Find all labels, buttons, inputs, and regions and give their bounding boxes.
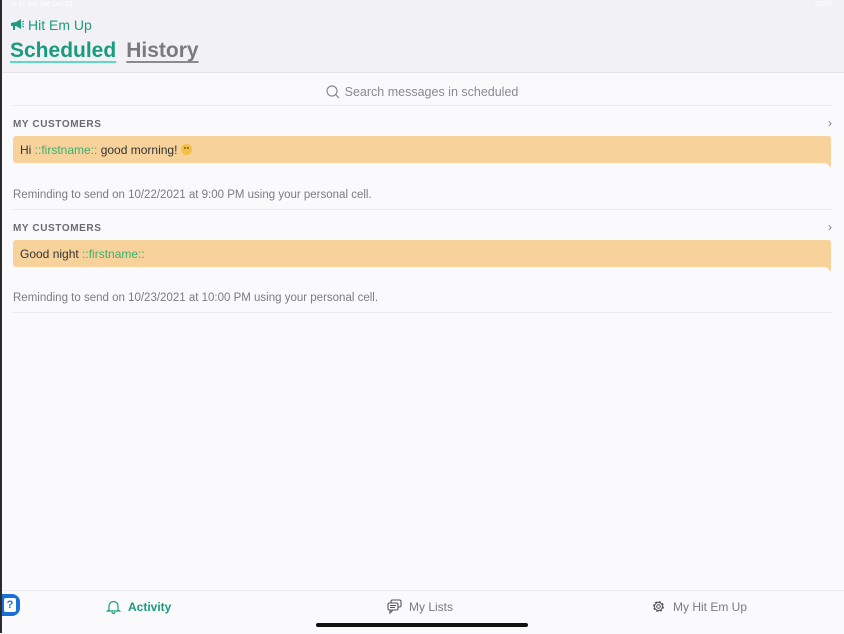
message-text-before: Hi <box>20 142 35 157</box>
group-label: MY CUSTOMERS <box>13 223 102 234</box>
tab-bar: Activity My Lists My Hit Em Up <box>0 590 844 634</box>
search-placeholder: Search messages in scheduled <box>344 85 519 99</box>
tab-my-hit-em-up-label: My Hit Em Up <box>673 599 748 614</box>
reminder-text: Reminding to send on 10/22/2021 at 9:00 … <box>13 189 372 201</box>
tab-my-lists[interactable]: My Lists <box>387 599 453 614</box>
bubble-tail <box>823 161 831 167</box>
message-variable: ::firstname:: <box>82 246 145 261</box>
search-input[interactable]: Search messages in scheduled <box>0 80 844 104</box>
help-button[interactable]: ? <box>0 594 20 616</box>
message-text: Hi ::firstname:: good morning! <box>20 142 193 157</box>
message-bubble: Hi ::firstname:: good morning! <box>13 136 831 167</box>
search-icon <box>326 85 340 99</box>
chevron-right-icon[interactable]: › <box>828 116 832 130</box>
help-icon: ? <box>4 598 16 612</box>
chat-bubbles-icon <box>387 599 402 614</box>
app-name: Hit Em Up <box>28 17 92 33</box>
tab-scheduled[interactable]: Scheduled <box>10 39 116 63</box>
bell-icon <box>106 600 121 614</box>
divider <box>12 209 832 210</box>
message-variable: ::firstname:: <box>34 142 98 157</box>
reminder-text: Reminding to send on 10/23/2021 at 10:00… <box>13 292 379 304</box>
tab-my-hit-em-up[interactable]: My Hit Em Up <box>651 599 747 614</box>
status-battery: 100% <box>814 1 832 8</box>
gear-icon <box>653 601 664 612</box>
megaphone-icon <box>11 19 24 30</box>
tab-my-lists-label: My Lists <box>409 599 454 614</box>
message-text-before: Good night <box>20 246 83 261</box>
divider <box>12 105 832 106</box>
message-bubble: Good night ::firstname:: <box>13 240 831 271</box>
bubble-tail <box>823 265 831 271</box>
smiley-emoji-icon <box>181 143 193 155</box>
segment-tabs: Scheduled History <box>10 39 209 63</box>
tab-history[interactable]: History <box>126 39 198 63</box>
window-edge <box>0 0 2 633</box>
status-bar: 9:41 AM Sat Oct 23 100% <box>12 1 832 11</box>
divider <box>12 312 832 313</box>
tab-activity[interactable]: Activity <box>106 599 171 614</box>
status-time: 9:41 AM Sat Oct 23 <box>12 1 73 8</box>
header: 9:41 AM Sat Oct 23 100% Hit Em Up Schedu… <box>0 0 844 73</box>
tab-activity-label: Activity <box>128 599 172 614</box>
message-text: Good night ::firstname:: <box>20 247 145 261</box>
chevron-right-icon[interactable]: › <box>828 220 832 234</box>
message-text-after: good morning! <box>97 142 178 157</box>
app-brand: Hit Em Up <box>10 17 92 33</box>
group-label: MY CUSTOMERS <box>13 119 102 130</box>
home-indicator[interactable] <box>316 623 528 627</box>
